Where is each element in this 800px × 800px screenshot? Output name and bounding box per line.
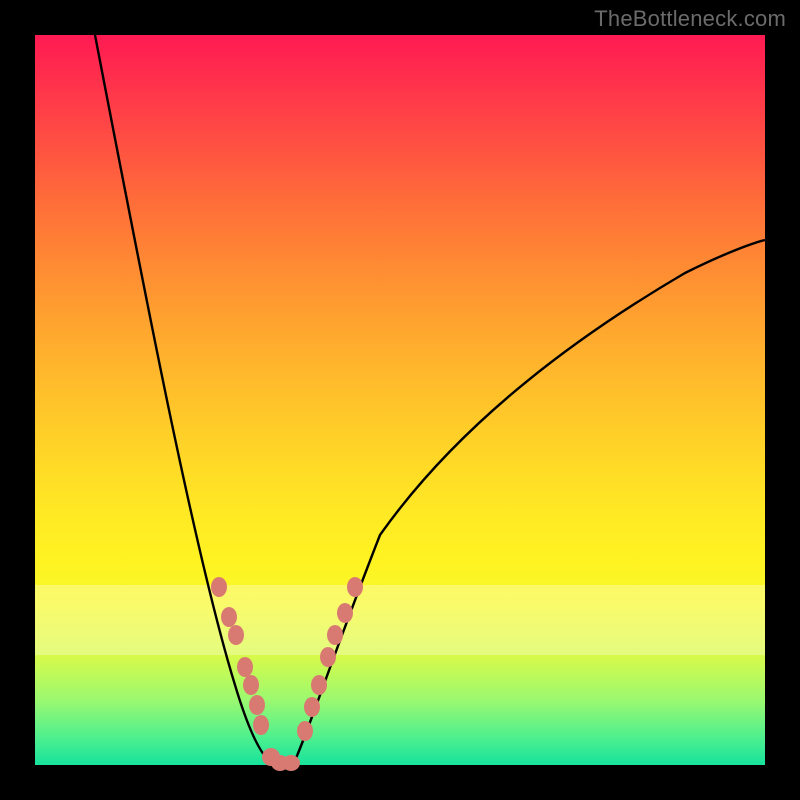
marker-dot	[211, 577, 227, 597]
outer-frame: TheBottleneck.com	[0, 0, 800, 800]
curve-left-branch	[95, 35, 275, 765]
marker-dot	[347, 577, 363, 597]
marker-dot	[237, 657, 253, 677]
marker-dot	[282, 755, 300, 771]
watermark-text: TheBottleneck.com	[594, 6, 786, 32]
marker-dot	[337, 603, 353, 623]
marker-dot	[243, 675, 259, 695]
marker-dot	[311, 675, 327, 695]
marker-group	[211, 577, 363, 771]
marker-dot	[253, 715, 269, 735]
marker-dot	[304, 697, 320, 717]
curve-right-branch	[293, 240, 765, 765]
marker-dot	[320, 647, 336, 667]
marker-dot	[249, 695, 265, 715]
marker-dot	[221, 607, 237, 627]
marker-dot	[327, 625, 343, 645]
marker-dot	[228, 625, 244, 645]
marker-dot	[297, 721, 313, 741]
chart-svg	[35, 35, 765, 765]
